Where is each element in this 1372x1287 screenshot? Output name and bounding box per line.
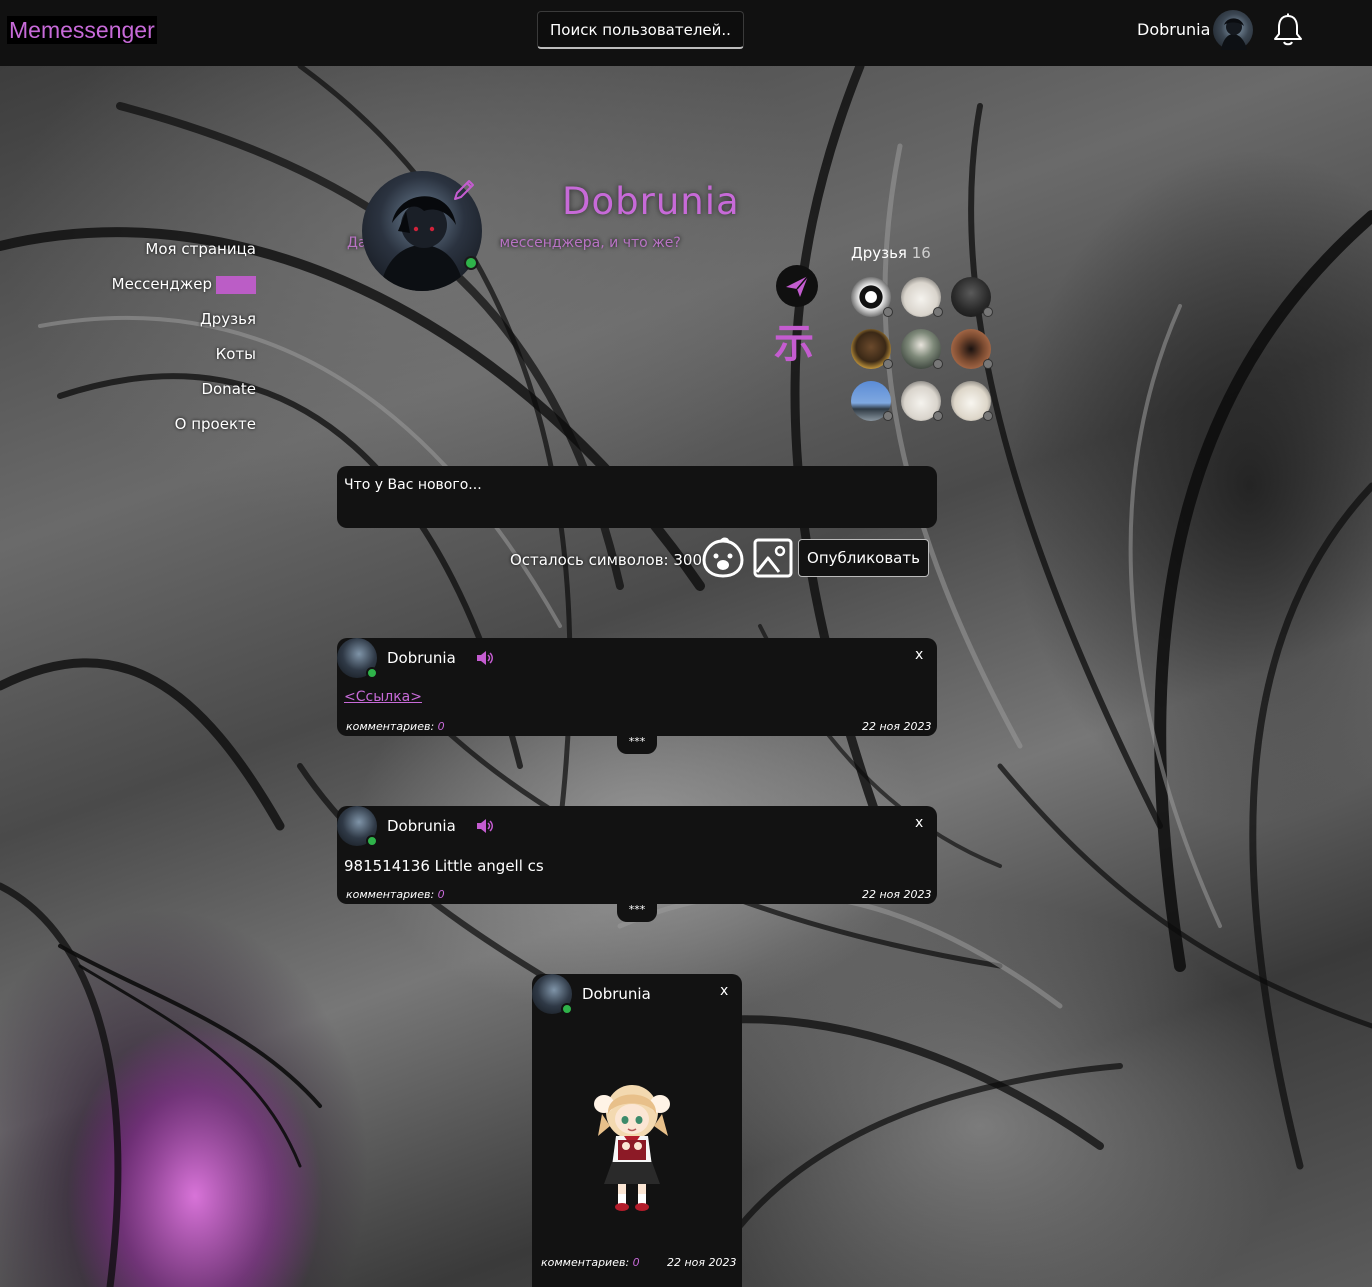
current-user-avatar[interactable] [1213, 10, 1253, 50]
nav-about[interactable]: О проекте [112, 413, 256, 448]
speaker-icon[interactable] [476, 650, 494, 666]
nav-friends-label: Друзья [200, 310, 256, 328]
friend-status-dot [883, 359, 893, 369]
emoji-picker-icon[interactable] [701, 537, 745, 579]
nav-messenger-label: Мессенджер [111, 275, 212, 293]
nav-donate[interactable]: Donate [112, 378, 256, 413]
profile-name: Dobrunia [562, 180, 740, 223]
notifications-bell-icon[interactable] [1272, 13, 1304, 47]
profile-online-indicator [464, 256, 478, 270]
post-comments-count[interactable]: комментариев: 0 [346, 888, 445, 901]
comments-label: комментариев: [541, 1256, 630, 1269]
friend-status-dot [883, 411, 893, 421]
friend-avatar[interactable] [851, 277, 893, 317]
friend-avatar[interactable] [951, 381, 993, 421]
friend-avatar[interactable] [851, 329, 893, 369]
friend-status-dot [933, 359, 943, 369]
publish-button[interactable]: Опубликовать [798, 539, 929, 577]
comments-number: 0 [437, 720, 445, 733]
profile-status-end: мессенджера, и что же? [499, 235, 681, 251]
post-comments-count[interactable]: комментариев: 0 [346, 720, 445, 733]
friend-status-dot [883, 307, 893, 317]
speaker-icon[interactable] [476, 818, 494, 834]
nav-messenger[interactable]: Мессенджер [112, 273, 256, 308]
new-post-textarea[interactable] [337, 466, 937, 528]
friend-avatar[interactable] [901, 329, 943, 369]
post-author-online-indicator [561, 1003, 573, 1015]
delete-post-button[interactable]: x [720, 983, 728, 999]
friend-status-dot [983, 411, 993, 421]
post-card: Dobrunia x комментариев: 0 22 ноя 2023 [532, 974, 742, 1287]
avatar-silhouette [1221, 18, 1247, 50]
post-author-online-indicator [366, 835, 378, 847]
friends-header[interactable]: Друзья 16 [851, 244, 931, 262]
friend-status-dot [933, 307, 943, 317]
friend-avatar[interactable] [901, 381, 943, 421]
current-user-name[interactable]: Dobrunia [1137, 20, 1210, 39]
comments-number: 0 [632, 1256, 640, 1269]
friend-avatar[interactable] [951, 277, 993, 317]
post-author-name[interactable]: Dobrunia [387, 649, 456, 667]
comments-label: комментариев: [346, 888, 435, 901]
friends-count: 16 [911, 244, 931, 262]
post-card: Dobrunia x 981514136 Little angell cs ко… [337, 806, 937, 922]
messenger-unread-badge [216, 275, 256, 294]
post-author-online-indicator [366, 667, 378, 679]
post-date: 22 ноя 2023 [862, 888, 932, 901]
friends-label: Друзья [851, 244, 907, 262]
friend-avatar[interactable] [951, 329, 993, 369]
delete-post-button[interactable]: x [915, 815, 923, 831]
edit-profile-pencil-icon[interactable] [452, 178, 476, 202]
nav-donate-label: Donate [201, 380, 256, 398]
friend-avatar[interactable] [851, 381, 893, 421]
nav-friends[interactable]: Друзья [112, 308, 256, 343]
post-author-name[interactable]: Dobrunia [582, 985, 651, 1003]
nav-cats[interactable]: Коты [112, 343, 256, 378]
nav-my-page[interactable]: Моя страница [112, 238, 256, 273]
friend-status-dot [933, 411, 943, 421]
kanji-glyph-icon[interactable]: 示 [774, 322, 814, 366]
nav-cats-label: Коты [215, 345, 256, 363]
comments-number: 0 [437, 888, 445, 901]
chars-remaining: Осталось символов: 300 [510, 551, 702, 569]
friend-status-dot [983, 359, 993, 369]
post-text: 981514136 Little angell cs [344, 857, 544, 875]
nav-my-page-label: Моя страница [145, 240, 256, 258]
post-more-button[interactable]: *** [617, 736, 657, 754]
app-logo[interactable]: Memessenger [7, 16, 157, 44]
comments-label: комментариев: [346, 720, 435, 733]
delete-post-button[interactable]: x [915, 647, 923, 663]
nav-about-label: О проекте [174, 415, 256, 433]
user-search-input[interactable] [537, 11, 744, 49]
post-date: 22 ноя 2023 [862, 720, 932, 733]
post-link[interactable]: <Ссылка> [344, 689, 422, 705]
post-comments-count[interactable]: комментариев: 0 [541, 1256, 640, 1269]
post-card: Dobrunia x <Ссылка> комментариев: 0 22 н… [337, 638, 937, 754]
top-bar: Memessenger Dobrunia [0, 0, 1372, 66]
send-message-button[interactable] [776, 265, 818, 307]
friend-status-dot [983, 307, 993, 317]
friend-avatar[interactable] [901, 277, 943, 317]
post-more-button[interactable]: *** [617, 904, 657, 922]
side-nav: Моя страница Мессенджер Друзья Коты Dona… [112, 238, 256, 448]
post-date: 22 ноя 2023 [667, 1256, 737, 1269]
post-image-anime-girl[interactable] [590, 1074, 674, 1214]
post-author-name[interactable]: Dobrunia [387, 817, 456, 835]
paper-plane-icon [786, 275, 809, 297]
attach-image-icon[interactable] [753, 538, 793, 578]
